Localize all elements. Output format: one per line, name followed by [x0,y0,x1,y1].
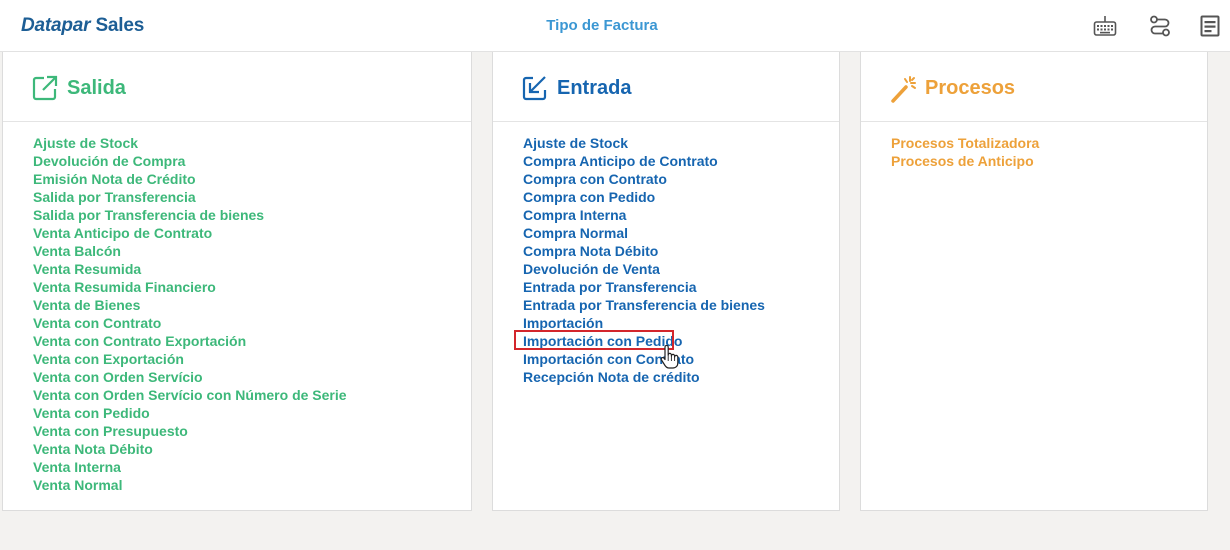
salida-link-venta-anticipo-de-contrato[interactable]: Venta Anticipo de Contrato [33,224,347,242]
entrada-link-entrada-por-transferencia[interactable]: Entrada por Transferencia [523,278,765,296]
entrada-link-compra-interna[interactable]: Compra Interna [523,206,765,224]
entrada-link-compra-nota-debito[interactable]: Compra Nota Débito [523,242,765,260]
entrada-link-ajuste-de-stock[interactable]: Ajuste de Stock [523,134,765,152]
procesos-list: Procesos Totalizadora Procesos de Anticip… [891,134,1039,170]
procesos-title: Procesos [925,77,1016,99]
routes-icon[interactable] [1148,14,1172,38]
salida-panel: Salida Ajuste de Stock Devolución de Comp… [2,52,472,511]
entrada-link-recepcion-nota-de-credito[interactable]: Recepción Nota de crédito [523,368,765,386]
salida-list: Ajuste de Stock Devolución de Compra Emisi… [33,134,347,494]
procesos-panel: Procesos Procesos Totalizadora Procesos d… [860,52,1208,511]
salida-link-salida-por-transferencia-de-bienes[interactable]: Salida por Transferencia de bienes [33,206,347,224]
keyboard-icon[interactable] [1093,14,1117,38]
page-title: Tipo de Factura [546,17,658,34]
salida-link-venta-con-orden-servicio-con-numero-de-serie[interactable]: Venta con Orden Servício con Número de S… [33,386,347,404]
salida-link-venta-con-contrato[interactable]: Venta con Contrato [33,314,347,332]
entrada-link-compra-anticipo-de-contrato[interactable]: Compra Anticipo de Contrato [523,152,765,170]
salida-link-venta-con-contrato-exportacion[interactable]: Venta con Contrato Exportación [33,332,347,350]
salida-link-ajuste-de-stock[interactable]: Ajuste de Stock [33,134,347,152]
top-bar: Datapar Sales Tipo de Factura [0,0,1230,52]
entrada-link-devolucion-de-venta[interactable]: Devolución de Venta [523,260,765,278]
salida-panel-header: Salida [3,52,471,122]
salida-link-venta-con-pedido[interactable]: Venta con Pedido [33,404,347,422]
salida-link-venta-de-bienes[interactable]: Venta de Bienes [33,296,347,314]
salida-link-venta-con-exportacion[interactable]: Venta con Exportación [33,350,347,368]
salida-link-salida-por-transferencia[interactable]: Salida por Transferencia [33,188,347,206]
procesos-link-procesos-de-anticipo[interactable]: Procesos de Anticipo [891,152,1039,170]
procesos-link-procesos-totalizadora[interactable]: Procesos Totalizadora [891,134,1039,152]
entrada-link-importacion[interactable]: Importación [523,314,765,332]
form-icon[interactable] [1198,14,1222,38]
salida-link-emision-nota-de-credito[interactable]: Emisión Nota de Crédito [33,170,347,188]
salida-link-venta-nota-debito[interactable]: Venta Nota Débito [33,440,347,458]
entrada-panel-header: Entrada [493,52,839,122]
entrada-link-compra-con-pedido[interactable]: Compra con Pedido [523,188,765,206]
entrada-panel: Entrada Ajuste de Stock Compra Anticipo d… [492,52,840,511]
salida-link-venta-con-presupuesto[interactable]: Venta con Presupuesto [33,422,347,440]
salida-link-venta-interna[interactable]: Venta Interna [33,458,347,476]
entrada-link-compra-con-contrato[interactable]: Compra con Contrato [523,170,765,188]
entrada-link-importacion-con-pedido[interactable]: Importación con Pedido [523,332,765,350]
salida-link-venta-resumida[interactable]: Venta Resumida [33,260,347,278]
salida-link-venta-balcon[interactable]: Venta Balcón [33,242,347,260]
external-link-icon [32,75,58,101]
entrada-link-compra-normal[interactable]: Compra Normal [523,224,765,242]
salida-link-venta-con-orden-servicio[interactable]: Venta con Orden Servício [33,368,347,386]
salida-link-devolucion-de-compra[interactable]: Devolución de Compra [33,152,347,170]
entrada-link-entrada-por-transferencia-de-bienes[interactable]: Entrada por Transferencia de bienes [523,296,765,314]
salida-link-venta-normal[interactable]: Venta Normal [33,476,347,494]
entrada-link-importacion-con-contrato[interactable]: Importación con Contrato [523,350,765,368]
entrada-title: Entrada [557,77,632,99]
salida-link-venta-resumida-financiero[interactable]: Venta Resumida Financiero [33,278,347,296]
magic-wand-icon [890,75,916,103]
salida-title: Salida [67,77,126,99]
arrow-in-box-icon [522,75,548,101]
entrada-list: Ajuste de Stock Compra Anticipo de Contra… [523,134,765,386]
procesos-panel-header: Procesos [861,52,1207,122]
